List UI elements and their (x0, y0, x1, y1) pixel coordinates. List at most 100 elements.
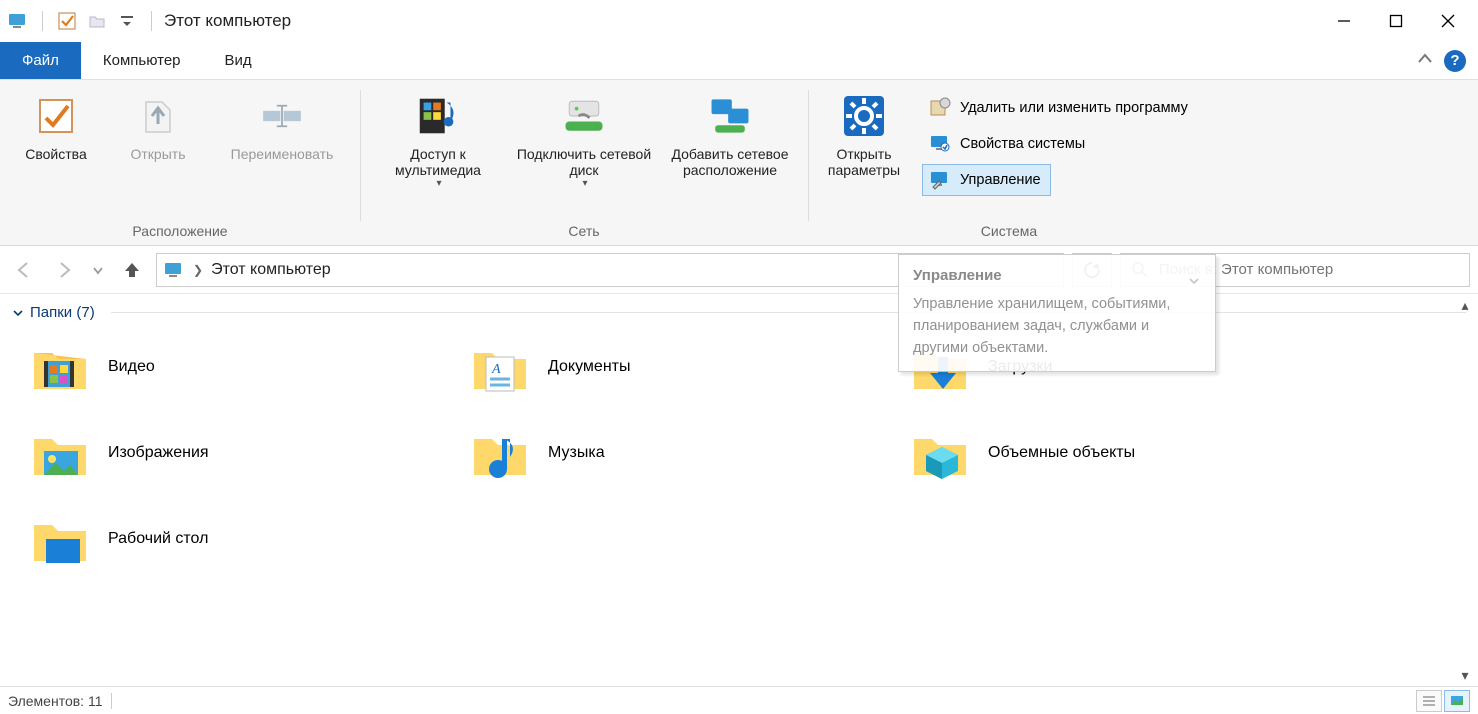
properties-label: Свойства (25, 146, 86, 162)
folder-item-3dobjects[interactable]: Объемные объекты (910, 423, 1330, 483)
ribbon-group-location: Свойства Открыть Переименовать Расположе… (0, 80, 360, 245)
svg-text:A: A (491, 362, 501, 377)
folders-group-header[interactable]: Папки (7) (0, 294, 1478, 329)
rename-label: Переименовать (231, 146, 334, 162)
map-drive-button[interactable]: Подключить сетевой диск▾ (514, 86, 654, 221)
status-items-count: Элементов: 11 (8, 693, 103, 709)
divider (111, 312, 1466, 313)
tab-file[interactable]: Файл (0, 42, 81, 79)
manage-icon (928, 168, 952, 192)
ribbon-group-network: Доступ к мультимедиа▾ Подключить сетевой… (360, 80, 808, 245)
divider (111, 693, 112, 709)
folder-item-desktop[interactable]: Рабочий стол (30, 509, 450, 569)
help-button[interactable]: ? (1444, 50, 1466, 72)
tab-view[interactable]: Вид (203, 42, 274, 79)
divider (42, 11, 43, 31)
collapse-ribbon-icon[interactable] (1416, 52, 1434, 69)
folder-item-documents[interactable]: A Документы (470, 337, 890, 397)
address-text: Этот компьютер (211, 261, 331, 279)
folder-label: Рабочий стол (108, 530, 208, 548)
folder-item-music[interactable]: Музыка (470, 423, 890, 483)
folders-grid: Видео A Документы Загрузки (0, 329, 1478, 577)
app-icon[interactable] (4, 7, 32, 35)
folder-label: Видео (108, 358, 155, 376)
navigation-bar: ❯ Этот компьютер (0, 246, 1478, 294)
view-icons-button[interactable] (1444, 690, 1470, 712)
status-bar: Элементов: 11 (0, 686, 1478, 714)
chevron-down-icon: ▾ (436, 178, 441, 189)
uninstall-icon (928, 96, 952, 120)
nav-history-dropdown[interactable] (88, 254, 108, 286)
qat-customize-icon[interactable] (113, 7, 141, 35)
add-location-icon (706, 92, 754, 140)
tab-computer[interactable]: Компьютер (81, 42, 203, 79)
folder-icon: A (470, 337, 530, 397)
open-icon (134, 92, 182, 140)
uninstall-program-button[interactable]: Удалить или изменить программу (922, 92, 1198, 124)
nav-forward-button[interactable] (48, 254, 80, 286)
qat-properties-icon[interactable] (53, 7, 81, 35)
add-location-button[interactable]: Добавить сетевое расположение (660, 86, 800, 221)
folder-label: Музыка (548, 444, 605, 462)
open-label: Открыть (131, 146, 186, 162)
folder-icon (30, 423, 90, 483)
view-details-button[interactable] (1416, 690, 1442, 712)
ribbon: Свойства Открыть Переименовать Расположе… (0, 80, 1478, 246)
properties-icon (32, 92, 80, 140)
rename-icon (258, 92, 306, 140)
tooltip-body: Управление хранилищем, событиями, планир… (913, 294, 1201, 359)
folder-icon (910, 423, 970, 483)
ribbon-group-system: Открыть параметры Удалить или изменить п… (808, 80, 1210, 245)
open-button[interactable]: Открыть (110, 86, 206, 221)
close-button[interactable] (1422, 2, 1474, 40)
tooltip-title: Управление (913, 267, 1002, 284)
map-drive-label: Подключить сетевой диск (514, 146, 654, 178)
folder-icon (30, 509, 90, 569)
media-access-icon (414, 92, 462, 140)
add-location-label: Добавить сетевое расположение (660, 146, 800, 178)
open-settings-label: Открыть параметры (816, 146, 912, 178)
location-group-label: Расположение (132, 221, 227, 243)
manage-button[interactable]: Управление (922, 164, 1051, 196)
minimize-button[interactable] (1318, 2, 1370, 40)
folder-item-videos[interactable]: Видео (30, 337, 450, 397)
titlebar: Этот компьютер (0, 0, 1478, 42)
manage-tooltip: Управление Управление хранилищем, событи… (898, 254, 1216, 372)
nav-back-button[interactable] (8, 254, 40, 286)
folder-icon (30, 337, 90, 397)
content-area: ▴ ▾ Папки (7) Видео A (0, 294, 1478, 686)
manage-label: Управление (960, 172, 1041, 188)
rename-button[interactable]: Переименовать (212, 86, 352, 221)
nav-up-button[interactable] (116, 254, 148, 286)
maximize-button[interactable] (1370, 2, 1422, 40)
properties-button[interactable]: Свойства (8, 86, 104, 221)
open-settings-button[interactable]: Открыть параметры (816, 86, 912, 221)
folder-item-pictures[interactable]: Изображения (30, 423, 450, 483)
monitor-icon (928, 132, 952, 156)
map-drive-icon (560, 92, 608, 140)
chevron-down-icon (12, 307, 24, 319)
folder-label: Объемные объекты (988, 444, 1135, 462)
chevron-right-icon: ❯ (193, 263, 203, 277)
folder-label: Документы (548, 358, 630, 376)
folder-label: Изображения (108, 444, 209, 462)
folder-icon (470, 423, 530, 483)
scroll-down-button[interactable]: ▾ (1456, 666, 1474, 684)
computer-icon (163, 261, 185, 279)
scroll-up-button[interactable]: ▴ (1456, 296, 1474, 314)
media-access-label: Доступ к мультимедиа (368, 146, 508, 178)
chevron-down-icon: ▾ (582, 178, 587, 189)
system-properties-label: Свойства системы (960, 136, 1085, 152)
qat-newfolder-icon[interactable] (83, 7, 111, 35)
quick-access-toolbar (4, 7, 160, 35)
ribbon-tabs: Файл Компьютер Вид ? (0, 42, 1478, 80)
system-group-label: Система (981, 221, 1037, 243)
media-access-button[interactable]: Доступ к мультимедиа▾ (368, 86, 508, 221)
window-title: Этот компьютер (164, 11, 291, 31)
folders-header-label: Папки (7) (30, 304, 95, 321)
system-properties-button[interactable]: Свойства системы (922, 128, 1095, 160)
gear-icon (840, 92, 888, 140)
network-group-label: Сеть (568, 221, 599, 243)
chevron-down-icon (1187, 274, 1201, 288)
divider (151, 11, 152, 31)
